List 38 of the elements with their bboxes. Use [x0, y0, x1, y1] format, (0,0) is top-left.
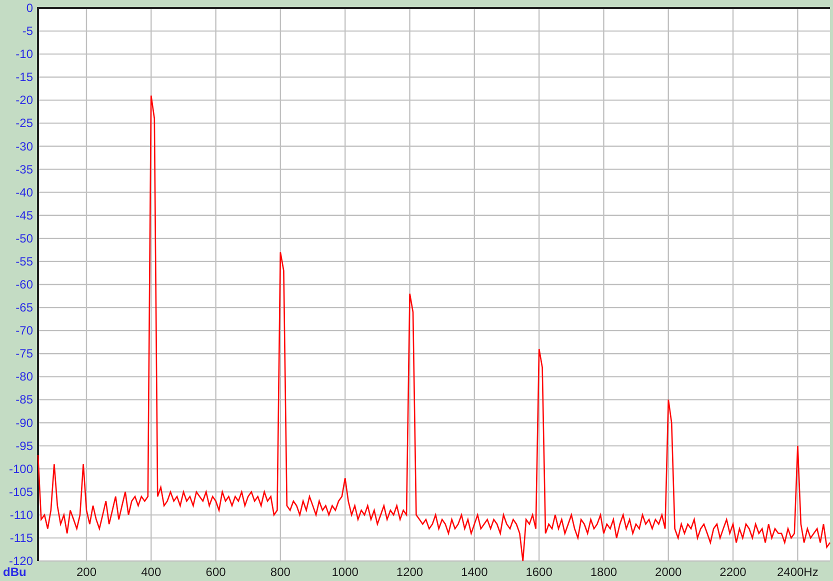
y-axis-label: -105	[8, 484, 33, 499]
x-axis-label: 800	[270, 565, 290, 579]
x-axis-label: 1400	[461, 565, 488, 579]
x-axis-label: 1800	[590, 565, 618, 579]
y-axis-label: -65	[16, 300, 33, 315]
y-axis-label: -120	[8, 554, 33, 568]
y-axis-label: -30	[16, 139, 33, 154]
y-axis-label: -10	[16, 47, 33, 62]
y-axis-label: -100	[8, 462, 33, 476]
y-axis-label: -110	[10, 508, 33, 522]
y-axis-label: -85	[16, 392, 33, 407]
y-axis-label: -5	[22, 24, 33, 38]
y-axis-label: -80	[16, 370, 33, 384]
y-axis-label: -15	[16, 70, 33, 84]
x-axis-label: 2200	[720, 565, 746, 579]
unit-label: dBu	[3, 565, 26, 579]
x-axis-label: 2400Hz	[776, 565, 818, 579]
x-axis-label: 400	[141, 565, 162, 579]
y-axis-label: -60	[16, 278, 33, 292]
y-axis-label: -90	[16, 416, 33, 430]
y-axis-label: -115	[10, 530, 33, 545]
x-axis-label: 1000	[332, 565, 358, 579]
y-axis-label: -70	[16, 324, 33, 338]
x-axis-label: 200	[76, 565, 96, 579]
y-axis-label: -20	[16, 93, 33, 108]
y-axis-label: -50	[16, 231, 33, 246]
y-axis-label: -25	[16, 116, 33, 130]
x-axis-label: 1200	[396, 565, 424, 579]
y-axis-label: -95	[16, 438, 33, 453]
y-axis-label: -45	[16, 208, 33, 222]
y-axis-label: -40	[16, 185, 33, 200]
y-axis-label: -75	[16, 346, 33, 361]
x-axis-label: 2000	[655, 565, 682, 579]
y-axis-label: 0	[26, 1, 33, 15]
x-axis-label: 1600	[526, 565, 552, 579]
y-axis-label: -55	[16, 254, 33, 268]
y-axis-label: -35	[16, 162, 33, 176]
x-axis-label: 600	[206, 565, 226, 579]
